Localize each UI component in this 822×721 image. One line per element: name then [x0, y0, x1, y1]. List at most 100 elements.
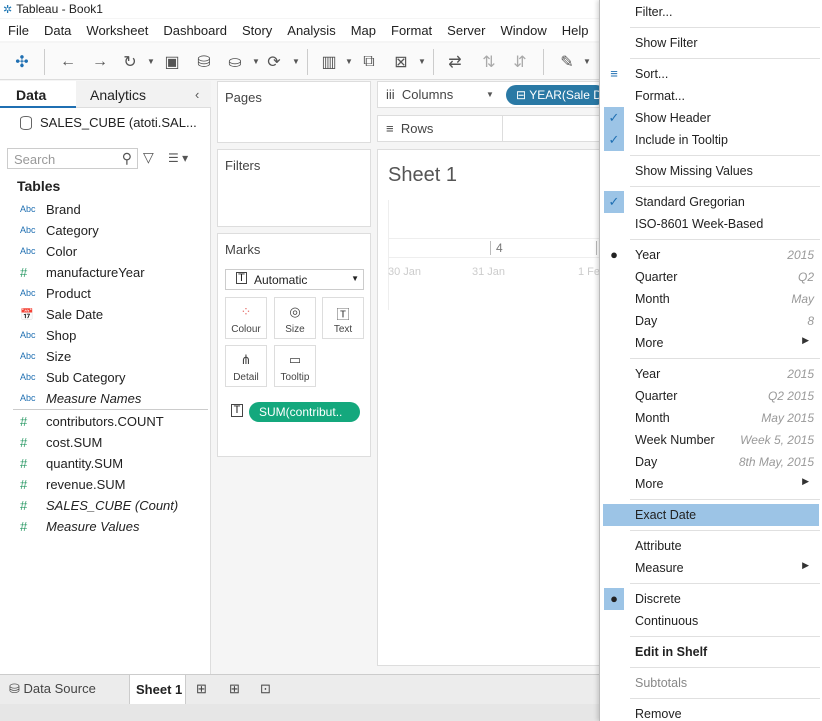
detail-button[interactable]: ⋔ Detail [225, 345, 267, 387]
field-color[interactable]: Abc Color [20, 241, 77, 261]
tab-data[interactable]: Data [0, 81, 76, 108]
collapse-icon: ⊟ [516, 88, 527, 102]
clear-sheet-icon[interactable]: ⊠ [390, 51, 412, 73]
string-type-icon: Abc [20, 351, 36, 361]
field-quantity-sum[interactable]: # quantity.SUM [20, 453, 123, 473]
new-dashboard-icon[interactable]: ⊞ [229, 681, 240, 697]
pause-updates-icon[interactable]: ⛀ [224, 51, 246, 73]
menu-item-filter[interactable]: Filter... [600, 1, 822, 23]
chevron-down-icon[interactable]: ▼ [486, 90, 494, 99]
menu-item-show-missing-values[interactable]: Show Missing Values [600, 160, 822, 182]
new-story-icon[interactable]: ⊡ [260, 681, 271, 697]
menu-item-show-filter[interactable]: Show Filter [600, 32, 822, 54]
menu-item-continuous[interactable]: Continuous [600, 610, 822, 632]
menu-item-month-part[interactable]: Month May [600, 288, 822, 310]
undo-icon[interactable]: ← [57, 51, 79, 73]
duplicate-icon[interactable]: ⧉ [358, 51, 380, 73]
menu-item-week-number[interactable]: Week Number Week 5, 2015 [600, 429, 822, 451]
field-cost-sum[interactable]: # cost.SUM [20, 432, 102, 452]
menu-item-iso-week[interactable]: ISO-8601 Week-Based [600, 213, 822, 235]
tableau-home-icon[interactable]: ✣ [11, 51, 33, 73]
sort-descending-icon[interactable]: ⇵ [509, 51, 531, 73]
search-placeholder: Search [14, 152, 56, 167]
pages-card[interactable]: Pages [217, 81, 371, 143]
datasource-tab[interactable]: ⛁ Data Source [9, 681, 96, 697]
sheet-tab[interactable]: Sheet 1 [129, 675, 186, 705]
tooltip-button[interactable]: ▭ Tooltip [274, 345, 316, 387]
menu-item-exact-date[interactable]: Exact Date [603, 504, 819, 526]
columns-pill-year-sale-date[interactable]: ⊟ YEAR(Sale D [506, 85, 606, 105]
rows-shelf[interactable]: ≡ Rows [377, 115, 603, 142]
menu-item-year-part[interactable]: ● Year 2015 [600, 244, 822, 266]
field-sales-cube-count[interactable]: # SALES_CUBE (Count) [20, 495, 178, 515]
field-size[interactable]: Abc Size [20, 346, 71, 366]
redo-icon[interactable]: → [89, 51, 111, 73]
field-sub-category[interactable]: Abc Sub Category [20, 367, 126, 387]
size-button[interactable]: ◎ Size [274, 297, 316, 339]
menu-item-more-part[interactable]: More ▶ [600, 332, 822, 354]
colour-icon: ⁘ [240, 304, 252, 319]
field-category[interactable]: Abc Category [20, 220, 99, 240]
new-datasource-icon[interactable]: ⛁ [193, 51, 215, 73]
refresh-icon[interactable]: ⟳ [263, 51, 285, 73]
menu-item-standard-gregorian[interactable]: ✓ Standard Gregorian [600, 191, 822, 213]
filter-icon[interactable]: ▽ [143, 149, 154, 166]
replay-icon[interactable]: ↻ [119, 51, 141, 73]
menu-story[interactable]: Story [242, 23, 272, 38]
menu-item-measure[interactable]: Measure ▶ [600, 557, 822, 579]
menu-server[interactable]: Server [447, 23, 485, 38]
view-options-icon[interactable]: ☰ ▾ [168, 151, 188, 165]
menu-dashboard[interactable]: Dashboard [163, 23, 227, 38]
tab-analytics[interactable]: Analytics [76, 81, 211, 108]
menu-item-attribute[interactable]: Attribute [600, 535, 822, 557]
menu-item-show-header[interactable]: ✓ Show Header [600, 107, 822, 129]
highlight-icon[interactable]: ✎ [556, 51, 578, 73]
sheet-view[interactable]: Sheet 1 4 30 Jan 31 Jan 1 Fe [377, 149, 603, 666]
menu-data[interactable]: Data [44, 23, 71, 38]
save-icon[interactable]: ▣ [161, 51, 183, 73]
field-product[interactable]: Abc Product [20, 283, 91, 303]
menu-item-day-part[interactable]: Day 8 [600, 310, 822, 332]
colour-button[interactable]: ⁘ Colour [225, 297, 267, 339]
menu-item-day-value[interactable]: Day 8th May, 2015 [600, 451, 822, 473]
number-type-icon: # [20, 518, 28, 534]
menu-item-month-value[interactable]: Month May 2015 [600, 407, 822, 429]
menu-help[interactable]: Help [562, 23, 589, 38]
field-manufacture-year[interactable]: # manufactureYear [20, 262, 145, 282]
field-contributors-count[interactable]: # contributors.COUNT [20, 411, 164, 431]
menu-map[interactable]: Map [351, 23, 376, 38]
menu-item-year-value[interactable]: Year 2015 [600, 363, 822, 385]
field-measure-names[interactable]: Abc Measure Names [20, 388, 141, 408]
menu-item-discrete[interactable]: ● Discrete [600, 588, 822, 610]
swap-icon[interactable]: ⇄ [444, 51, 466, 73]
menu-analysis[interactable]: Analysis [287, 23, 335, 38]
menu-item-more-value[interactable]: More ▶ [600, 473, 822, 495]
filters-card[interactable]: Filters [217, 149, 371, 227]
menu-worksheet[interactable]: Worksheet [86, 23, 148, 38]
columns-shelf[interactable]: iii Columns ▼ ⊟ YEAR(Sale D [377, 81, 606, 108]
marks-pill-sum-contributors[interactable]: SUM(contribut.. [249, 402, 360, 422]
menu-item-quarter-value[interactable]: Quarter Q2 2015 [600, 385, 822, 407]
field-shop[interactable]: Abc Shop [20, 325, 76, 345]
datasource-item[interactable]: SALES_CUBE (atoti.SAL... [20, 115, 197, 130]
menu-window[interactable]: Window [500, 23, 546, 38]
mark-type-dropdown[interactable]: T Automatic ▼ [225, 269, 364, 290]
menu-item-remove[interactable]: Remove [600, 703, 822, 721]
menu-file[interactable]: File [8, 23, 29, 38]
field-revenue-sum[interactable]: # revenue.SUM [20, 474, 125, 494]
new-worksheet-icon[interactable]: ▥ [318, 51, 340, 73]
field-brand[interactable]: Abc Brand [20, 199, 81, 219]
menu-item-include-tooltip[interactable]: ✓ Include in Tooltip [600, 129, 822, 151]
menu-item-quarter-part[interactable]: Quarter Q2 [600, 266, 822, 288]
menu-format[interactable]: Format [391, 23, 432, 38]
search-input[interactable]: Search ⚲ [7, 148, 138, 169]
sort-ascending-icon[interactable]: ⇅ [478, 51, 500, 73]
field-measure-values[interactable]: # Measure Values [20, 516, 139, 536]
menu-item-format[interactable]: Format... [600, 85, 822, 107]
collapse-pane-icon[interactable]: ‹ [195, 87, 199, 102]
field-sale-date[interactable]: 📅 Sale Date [20, 304, 103, 324]
menu-item-sort[interactable]: ≡ Sort... [600, 63, 822, 85]
text-button[interactable]: 🅃 Text [322, 297, 364, 339]
menu-item-edit-in-shelf[interactable]: Edit in Shelf [600, 641, 822, 663]
new-worksheet-icon[interactable]: ⊞ [196, 681, 207, 697]
